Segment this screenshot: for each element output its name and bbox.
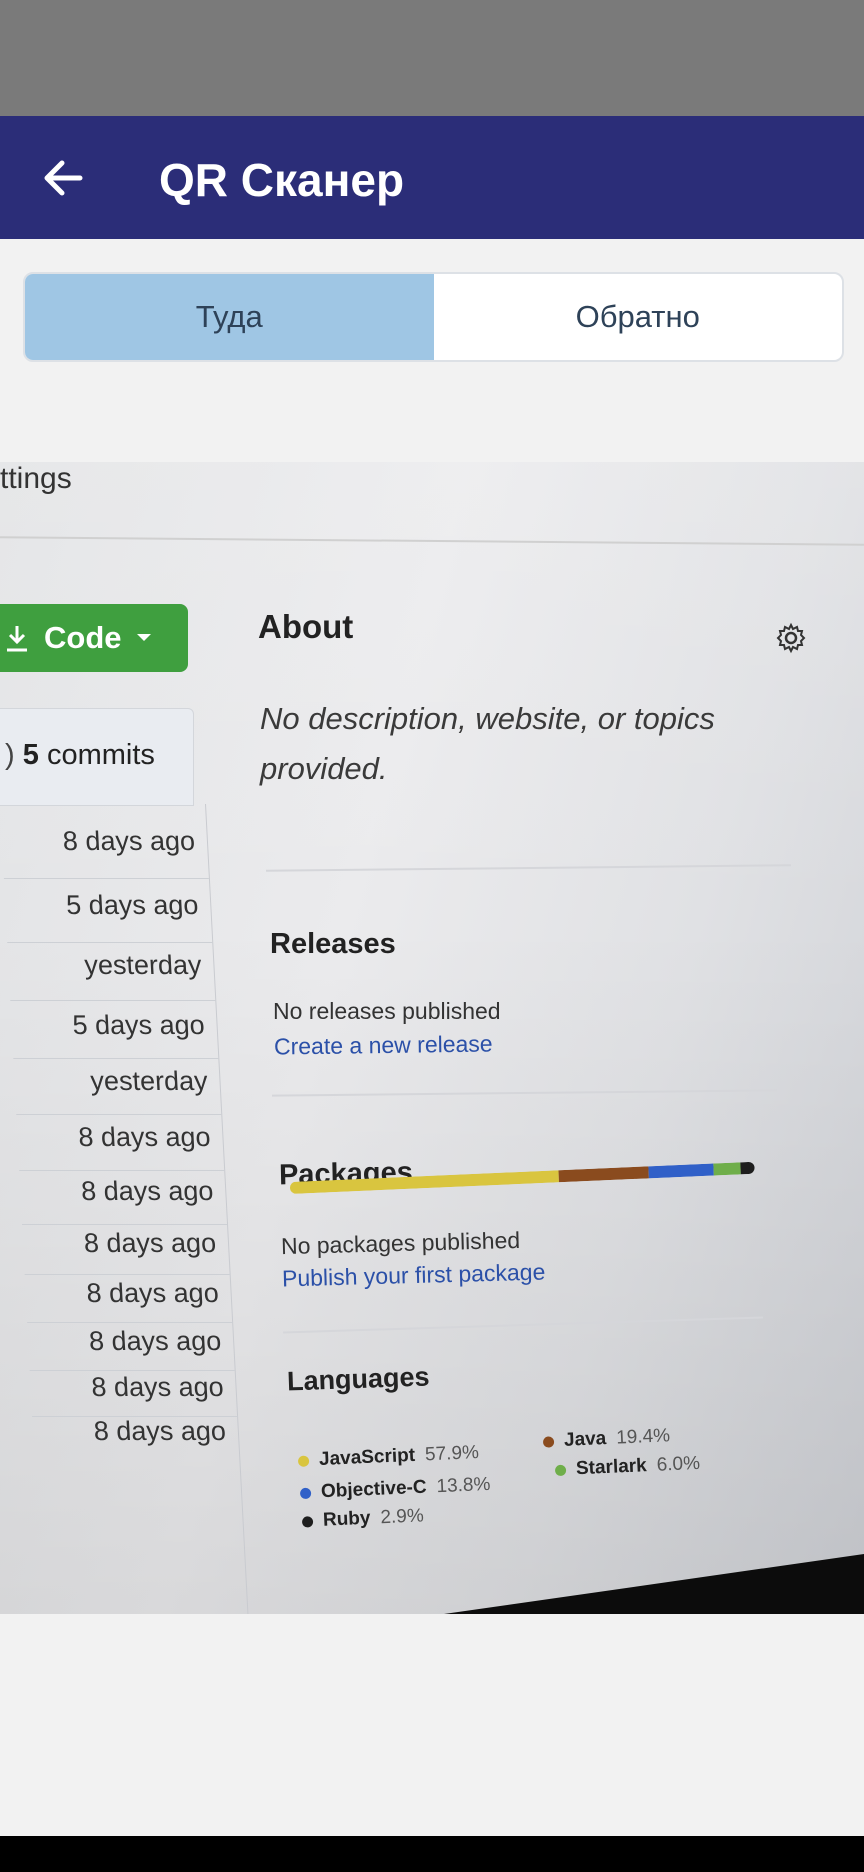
releases-status: No releases published	[273, 998, 501, 1024]
app-bar: QR Сканер	[0, 116, 864, 239]
settings-tab-fragment: ttings	[0, 462, 72, 495]
list-item: 5 days ago	[65, 890, 200, 920]
download-icon	[7, 626, 27, 652]
commits-count: 5	[22, 739, 39, 771]
legend-percent: 19.4%	[615, 1425, 671, 1449]
legend-percent: 2.9%	[380, 1505, 425, 1529]
legend-name: Ruby	[322, 1507, 371, 1531]
caret-down-icon	[136, 634, 151, 641]
create-release-link: Create a new release	[273, 1030, 493, 1060]
row-divider	[19, 1170, 225, 1171]
list-item: 8 days ago	[83, 1228, 217, 1258]
commits-header: ) 5 commits	[0, 708, 194, 806]
javascript-dot-icon	[297, 1454, 310, 1467]
list-item: 8 days ago	[85, 1278, 220, 1308]
direction-toggle: Туда Обратно	[23, 272, 844, 362]
gear-icon	[776, 622, 806, 654]
about-description: No description, website, or topics provi…	[260, 701, 715, 786]
legend-name: Starlark	[575, 1455, 648, 1480]
commits-label: commits	[46, 739, 155, 771]
camera-preview[interactable]: ttings Code ) 5 commits 8 days ago 5 day…	[0, 462, 864, 1614]
legend-percent: 6.0%	[656, 1452, 701, 1476]
legend-name: Java	[563, 1428, 607, 1451]
row-divider	[22, 1224, 228, 1225]
app-title: QR Сканер	[159, 154, 405, 206]
list-item: yesterday	[83, 950, 203, 980]
languages-heading: Languages	[286, 1361, 430, 1397]
photo-edge-shadow	[444, 1554, 864, 1614]
lang-bar-starlark	[712, 1162, 742, 1176]
legend-name: JavaScript	[318, 1444, 416, 1471]
list-item: 8 days ago	[77, 1122, 212, 1152]
releases-heading: Releases	[270, 928, 396, 960]
list-item: 8 days ago	[62, 826, 196, 856]
objective-c-dot-icon	[299, 1487, 312, 1499]
commit-time-list: 8 days ago 5 days ago yesterday 5 days a…	[0, 804, 249, 1614]
list-item: yesterday	[89, 1066, 209, 1096]
java-dot-icon	[542, 1435, 555, 1448]
status-bar	[0, 0, 864, 116]
legend-name: Objective-C	[320, 1476, 428, 1503]
row-divider	[13, 1058, 219, 1059]
list-item: 5 days ago	[71, 1010, 206, 1040]
list-item: 8 days ago	[90, 1372, 225, 1402]
row-divider	[29, 1370, 235, 1371]
row-divider	[16, 1114, 222, 1115]
row-divider	[27, 1322, 233, 1323]
row-divider	[3, 878, 209, 879]
list-item: 8 days ago	[80, 1176, 215, 1206]
about-heading: About	[258, 608, 354, 645]
back-arrow-icon[interactable]	[36, 148, 96, 208]
tab-forward[interactable]: Туда	[25, 274, 434, 360]
starlark-dot-icon	[554, 1464, 567, 1476]
system-nav-bar	[0, 1836, 864, 1872]
row-divider	[10, 1000, 216, 1001]
code-button-label: Code	[44, 620, 122, 655]
list-item: 8 days ago	[88, 1326, 222, 1356]
list-item: 8 days ago	[92, 1416, 227, 1446]
ruby-dot-icon	[301, 1515, 314, 1528]
commits-summary: ) 5 commits	[5, 739, 155, 771]
row-divider	[7, 942, 213, 943]
code-button: Code	[0, 604, 188, 672]
row-divider	[24, 1274, 230, 1275]
tab-back[interactable]: Обратно	[434, 274, 843, 360]
legend-percent: 57.9%	[424, 1442, 480, 1466]
legend-percent: 13.8%	[436, 1473, 491, 1498]
